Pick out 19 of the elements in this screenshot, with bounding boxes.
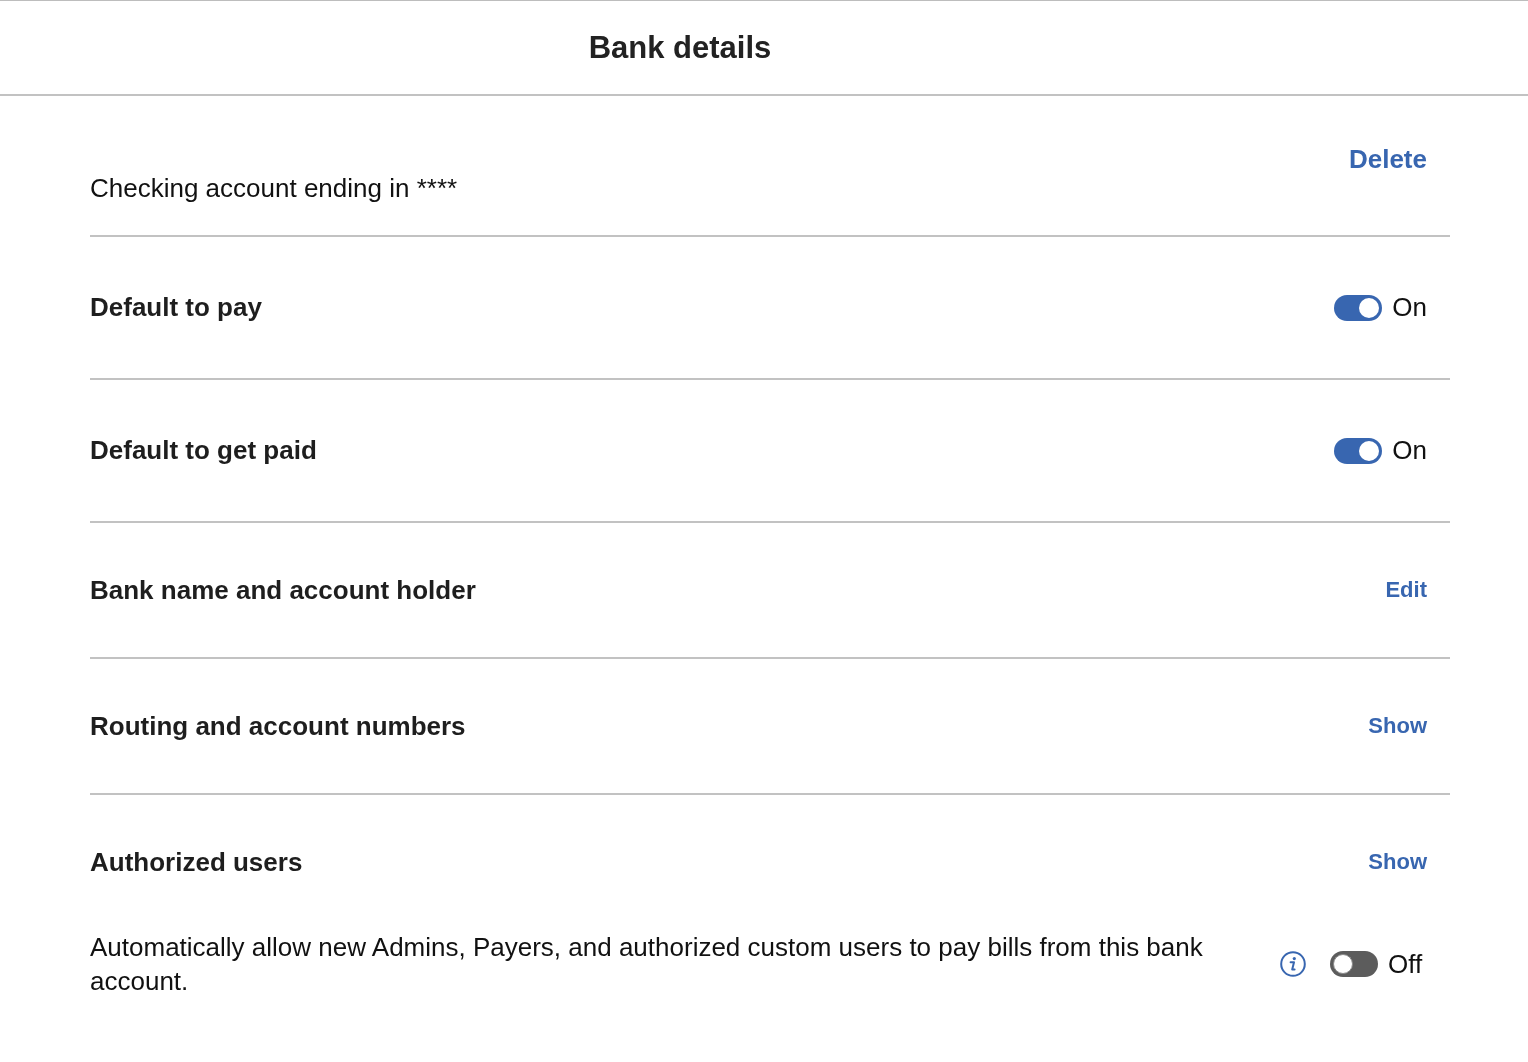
setting-label: Routing and account numbers [90, 710, 466, 742]
setting-label: Authorized users [90, 846, 303, 878]
toggle-state-label: On [1392, 435, 1427, 466]
setting-label: Default to get paid [90, 435, 317, 466]
toggle-state-label: On [1392, 292, 1427, 323]
action-link[interactable]: Show [1368, 713, 1427, 739]
toggle-switch[interactable] [1330, 951, 1378, 977]
setting-label: Bank name and account holder [90, 574, 476, 606]
action-link[interactable]: Show [1368, 849, 1427, 875]
action-link[interactable]: Edit [1385, 577, 1427, 603]
delete-link[interactable]: Delete [1348, 144, 1427, 175]
setting-description: Automatically allow new Admins, Payers, and authorized custom users to pay bills from this bank account. [90, 931, 1204, 998]
dialog-title: Bank details [588, 29, 772, 66]
toggle-switch[interactable] [1334, 294, 1383, 321]
setting-label: Default to pay [90, 292, 262, 323]
toggle-switch[interactable] [1334, 437, 1383, 464]
info-icon[interactable] [1280, 951, 1306, 977]
account-label: Checking account ending in **** [90, 173, 458, 204]
toggle-state-label: Off [1388, 948, 1423, 980]
